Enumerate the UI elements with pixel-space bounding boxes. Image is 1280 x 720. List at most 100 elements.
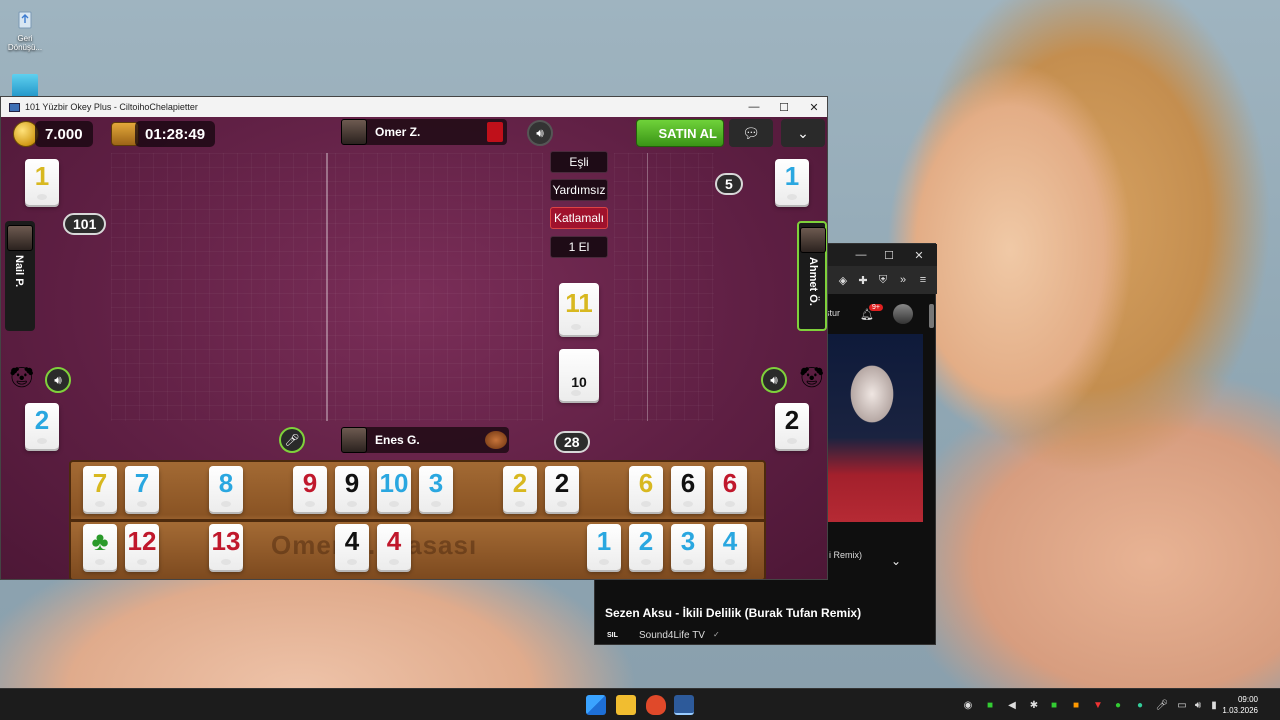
rack-watermark: Omer Z. Masası	[271, 530, 478, 560]
deck-count-badge: 28	[554, 431, 590, 453]
okey-game-taskbar-icon[interactable]	[674, 695, 694, 715]
brave-browser-icon[interactable]	[646, 695, 666, 715]
taskbar: ◉ ■ ◀ ✱ ■ ■ ▼ ● ● 🎤︎ ▭ 🔊︎ ▮ 09:00 1.03.2…	[0, 688, 1280, 720]
microphone-button[interactable]: 🎤︎	[279, 427, 305, 453]
right-bottom-tile[interactable]: 2	[775, 403, 809, 449]
coin-balance: 7.000	[13, 121, 93, 147]
rack-tile[interactable]: 7	[83, 466, 117, 512]
tray-app-icon-1[interactable]: ◉	[962, 699, 974, 711]
rack-tile[interactable]: 3	[671, 524, 705, 570]
scrollbar[interactable]	[929, 304, 934, 328]
bottom-player-plate[interactable]: Enes G.	[341, 427, 509, 453]
tray-app-icon-8[interactable]: ●	[1112, 699, 1124, 711]
game-window[interactable]: 101 Yüzbir Okey Plus - CiltoihoChelapiet…	[0, 96, 828, 580]
chat-button[interactable]: 💬︎	[729, 119, 773, 147]
puzzle-icon[interactable]: ✚	[855, 272, 871, 288]
rack-tile[interactable]: 6	[629, 466, 663, 512]
rack-tile[interactable]: 6	[713, 466, 747, 512]
left-bottom-tile[interactable]: 2	[25, 403, 59, 449]
right-player-tab[interactable]: Ahmet Ö.	[797, 221, 827, 331]
avatar[interactable]	[893, 304, 913, 324]
battery-icon[interactable]: ▮	[1208, 699, 1220, 711]
rack-tile[interactable]: 12	[125, 524, 159, 570]
rack-tile[interactable]: 3	[419, 466, 453, 512]
left-player-tab[interactable]: Nail P.	[5, 221, 35, 331]
buy-button-label: SATIN AL	[658, 125, 718, 141]
game-titlebar: 101 Yüzbir Okey Plus - CiltoihoChelapiet…	[1, 97, 827, 117]
extension-icon[interactable]: ◈	[835, 272, 851, 288]
top-player-plate[interactable]: Omer Z.	[341, 119, 507, 145]
chevron-down-icon[interactable]: ⌄	[891, 554, 901, 568]
buy-button[interactable]: SATIN AL	[636, 119, 724, 147]
rack-tile[interactable]: 4	[335, 524, 369, 570]
tray-app-icon-7[interactable]: ▼	[1092, 699, 1104, 711]
rack-tile[interactable]: 4	[377, 524, 411, 570]
tray-app-icon-4[interactable]: ✱	[1028, 699, 1040, 711]
right-top-tile[interactable]: 1	[775, 159, 809, 205]
right-play-area[interactable]	[614, 153, 714, 421]
coin-amount: 7.000	[35, 121, 93, 147]
system-clock[interactable]: 09:00 1.03.2026	[1222, 694, 1258, 716]
close-button[interactable]: ✕	[799, 97, 827, 117]
file-explorer-icon[interactable]	[616, 695, 636, 715]
red-card-icon	[487, 122, 503, 142]
minimize-button[interactable]: —	[739, 97, 769, 117]
draw-pile-tile[interactable]: 10	[559, 349, 599, 401]
tile-rack[interactable]: Omer Z. Masası 7 7 8 9 9 10 3 2 2 6 6 6 ♣ 12 13 4 4 1 2 3 4	[69, 460, 766, 579]
rack-tile[interactable]: 6	[671, 466, 705, 512]
tray-app-icon-9[interactable]: ●	[1134, 699, 1146, 711]
chevron-down-icon: ⌄	[797, 124, 809, 141]
bottom-player-avatar	[341, 427, 367, 453]
recycle-bin-desktop-icon[interactable]: Geri Dönüşü...	[0, 6, 50, 52]
rack-tile[interactable]: 9	[335, 466, 369, 512]
rack-tile[interactable]: ♣	[83, 524, 117, 570]
start-icon[interactable]	[586, 695, 606, 715]
rack-divider	[71, 519, 764, 522]
collapsed-title-text: i Remix)	[829, 550, 862, 560]
menu-dropdown-button[interactable]: ⌄	[781, 119, 825, 147]
close-icon[interactable]: ✕	[911, 247, 927, 263]
minimize-icon[interactable]: —	[853, 247, 869, 263]
microphone-icon[interactable]: 🎤︎	[1156, 699, 1169, 711]
tray-app-icon-3[interactable]: ◀	[1006, 699, 1018, 711]
maximize-button[interactable]: ☐	[769, 97, 799, 117]
maximize-icon[interactable]: ☐	[881, 247, 897, 263]
tray-app-icon-6[interactable]: ■	[1070, 699, 1082, 711]
rack-tile[interactable]: 1	[587, 524, 621, 570]
top-player-avatar	[341, 119, 367, 145]
video-title[interactable]: Sezen Aksu - İkili Delilik (Burak Tufan …	[605, 606, 861, 620]
right-player-name: Ahmet Ö.	[807, 257, 819, 306]
rack-tile[interactable]: 13	[209, 524, 243, 570]
rack-tile[interactable]: 10	[377, 466, 411, 512]
video-thumbnail[interactable]	[827, 334, 923, 522]
rack-tile[interactable]: 2	[503, 466, 537, 512]
rack-tile[interactable]: 9	[293, 466, 327, 512]
more-tabs-icon[interactable]: »	[895, 272, 911, 288]
channel-name[interactable]: Sound4Life TV	[639, 630, 705, 641]
rack-tile[interactable]: 2	[629, 524, 663, 570]
shield-icon[interactable]: ⛨	[875, 272, 891, 288]
rack-tile[interactable]: 2	[545, 466, 579, 512]
tray-app-icon-5[interactable]: ■	[1048, 699, 1060, 711]
right-player-avatar	[800, 227, 826, 253]
menu-icon[interactable]: ≡	[915, 272, 931, 288]
rack-tile[interactable]: 8	[209, 466, 243, 512]
clock-time: 09:00	[1237, 695, 1258, 704]
tray-app-icon-2[interactable]: ■	[984, 699, 996, 711]
network-icon[interactable]: ▭	[1176, 699, 1188, 711]
right-score-badge: 5	[715, 173, 743, 195]
rack-tile[interactable]: 7	[125, 466, 159, 512]
left-player-name: Nail P.	[13, 255, 25, 288]
verified-icon: ✓	[713, 630, 720, 639]
sound-toggle-right[interactable]: 🔊︎	[761, 367, 787, 393]
left-top-tile[interactable]: 1	[25, 159, 59, 205]
rack-tile[interactable]: 4	[713, 524, 747, 570]
recycle-bin-label: Geri Dönüşü...	[7, 34, 43, 52]
cannon-icon	[485, 431, 507, 449]
volume-icon[interactable]: 🔊︎	[1192, 699, 1204, 711]
sound-toggle-left[interactable]: 🔊︎	[45, 367, 71, 393]
sound-toggle-top[interactable]: 🔊︎	[527, 120, 553, 146]
timer-text: 01:28:49	[135, 121, 216, 147]
option-esli: Eşli	[550, 151, 608, 173]
right-jester-icon: 🤡︎	[799, 367, 825, 389]
